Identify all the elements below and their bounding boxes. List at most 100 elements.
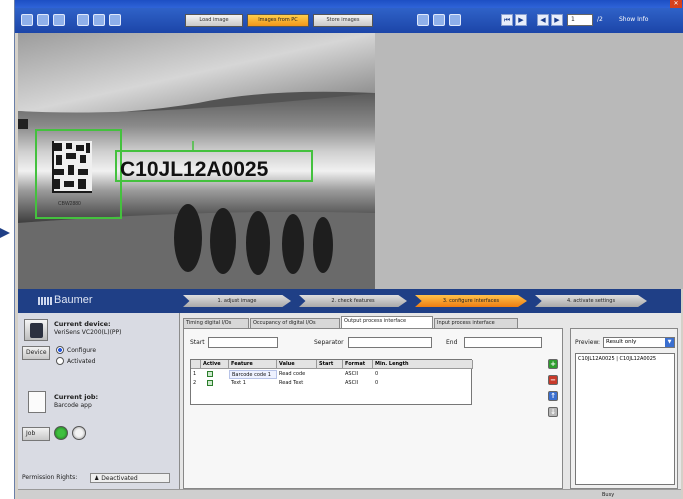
stop-job-icon[interactable] [72,426,86,440]
page-total: /2 [597,16,603,23]
end-label: End [446,339,458,346]
zoom-in-icon[interactable] [21,14,33,26]
current-job-title: Current job: [54,393,99,401]
end-input[interactable] [464,337,542,348]
table-header: Active [201,360,229,369]
empty-image-area [375,33,683,289]
table-header: Min. Length [373,360,473,369]
table-header: Format [343,360,373,369]
table-header: Feature [229,360,277,369]
separator-label: Separator [314,339,344,346]
monitor-icon[interactable] [433,14,445,26]
play-icon[interactable]: ▶ [515,14,527,26]
move-down-icon[interactable]: ↓ [548,407,558,417]
tab-occupancy-digital-ios[interactable]: Occupancy of digital I/Os [250,318,340,328]
add-icon[interactable]: + [548,359,558,369]
preview-mode-value: Result only [606,339,637,345]
preview-label: Preview: [575,339,601,346]
preview-output: C10JL12A0025 | C10JL12A0025 [575,353,675,485]
camera-device-icon [30,323,43,338]
table-header: Value [277,360,317,369]
title-bar: ✕ [15,0,683,8]
overlay-icon[interactable] [109,14,121,26]
images-from-pc-button[interactable]: Images from PC [247,14,309,27]
job-document-icon[interactable] [28,391,46,413]
value-cell[interactable]: Read code [277,370,317,379]
chevron-down-icon[interactable]: ▼ [665,338,674,347]
tab-input-process-interface[interactable]: Input process interface [434,318,518,328]
preview-panel: Preview: Result only ▼ C10JL12A0025 | C1… [570,328,678,489]
camera-image: CBW2880 C10JL12A0025 [18,33,375,289]
previous-icon[interactable]: ◀ [537,14,549,26]
close-icon[interactable]: ✕ [670,0,682,8]
start-cell[interactable] [317,370,343,379]
configure-label: Configure [67,347,97,354]
device-menu-button[interactable]: Device [22,346,50,360]
workflow-step-bar: Baumer 1. adjust image 2. check features… [18,289,681,313]
zoom-fit-icon[interactable] [53,14,65,26]
step-configure-interfaces[interactable]: 3. configure interfaces [415,295,527,307]
min-length-cell[interactable]: 0 [373,370,403,379]
page-number-field[interactable]: 1 [567,14,593,26]
start-input[interactable] [208,337,278,348]
step-check-features[interactable]: 2. check features [299,295,407,307]
permission-value: Deactivated [101,475,138,482]
run-job-icon[interactable] [54,426,68,440]
preview-mode-select[interactable]: Result only ▼ [603,337,675,348]
current-device-title: Current device: [54,320,111,328]
tab-output-process-interface[interactable]: Output process interface [341,316,433,328]
active-checkbox[interactable] [207,380,213,386]
permission-rights-label: Permission Rights: [22,474,78,481]
device-tile[interactable] [24,319,48,341]
format-cell[interactable]: ASCII [343,370,373,379]
feature-cell[interactable]: Text 1 [229,379,277,388]
start-label: Start [190,339,205,346]
step-activate-settings[interactable]: 4. activate settings [535,295,647,307]
format-cell[interactable]: ASCII [343,379,373,388]
application-window: ✕ Load image Images from PC Store images… [14,0,683,499]
activated-radio[interactable] [56,357,64,365]
min-length-cell[interactable]: 0 [373,379,403,388]
interface-tabs: Timing digital I/Os Occupancy of digital… [183,316,563,328]
first-page-icon[interactable]: ⏮ [501,14,513,26]
store-images-button[interactable]: Store images [313,14,373,27]
camera-image-view[interactable]: CBW2880 C10JL12A0025 [18,33,375,289]
current-device-name: VeriSens VC200(L)(PP) [54,329,122,336]
table-header-index [191,360,201,369]
show-info-toggle[interactable]: Show Info [619,14,648,26]
configuration-panel: Current device: VeriSens VC200(L)(PP) De… [18,313,681,499]
activated-label: Activated [67,358,96,365]
grid-icon[interactable] [77,14,89,26]
top-toolbar: Load image Images from PC Store images ⏮… [15,8,683,33]
output-interface-form: Start Separator End Active Feature Value… [183,328,563,489]
feature-cell[interactable]: Barcode code 1 [229,370,277,379]
tab-timing-digital-ios[interactable]: Timing digital I/Os [183,318,249,328]
image-icon[interactable] [93,14,105,26]
load-image-button[interactable]: Load image [185,14,243,27]
move-up-icon[interactable]: ↑ [548,391,558,401]
start-cell[interactable] [317,379,343,388]
job-menu-button[interactable]: Job [22,427,50,441]
status-bar: Busy [18,489,681,499]
brand-name: Baumer [54,294,93,306]
next-icon[interactable]: ▶ [551,14,563,26]
row-number: 1 [193,371,197,377]
row-number: 2 [193,380,197,386]
step-adjust-image[interactable]: 1. adjust image [183,295,291,307]
remove-icon[interactable]: − [548,375,558,385]
baumer-logo-icon [38,297,52,305]
device-job-panel: Current device: VeriSens VC200(L)(PP) De… [18,313,180,489]
save-icon[interactable] [449,14,461,26]
table-header: Start [317,360,343,369]
permission-rights-select[interactable]: ♟ Deactivated [90,473,170,483]
camera-icon[interactable] [417,14,429,26]
pointer-arrow [0,228,10,238]
current-job-name: Barcode app [54,402,92,409]
output-features-table: Active Feature Value Start Format Min. L… [190,359,473,405]
zoom-out-icon[interactable] [37,14,49,26]
active-checkbox[interactable] [207,371,213,377]
small-code-label: CBW2880 [58,201,81,207]
value-cell[interactable]: Read Text [277,379,317,388]
configure-radio[interactable] [56,346,64,354]
separator-input[interactable] [348,337,432,348]
